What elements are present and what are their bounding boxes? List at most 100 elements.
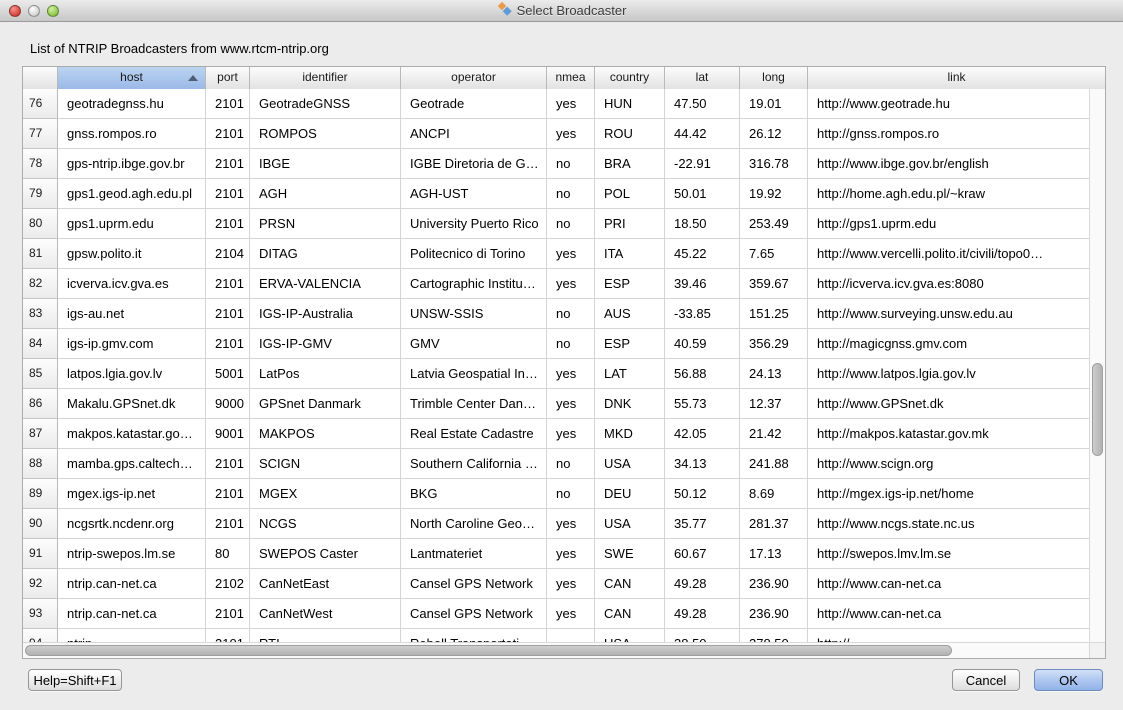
cell-link[interactable]: http://www.GPSnet.dk: [808, 389, 1105, 419]
cell-nmea[interactable]: yes: [547, 389, 595, 419]
cell-country[interactable]: LAT: [595, 359, 665, 389]
cell-identifier[interactable]: SWEPOS Caster: [250, 539, 401, 569]
cell-operator[interactable]: Politecnico di Torino: [401, 239, 547, 269]
table-row[interactable]: 77gnss.rompos.ro2101ROMPOSANCPIyesROU44.…: [23, 119, 1105, 149]
cell-link[interactable]: http://www.geotrade.hu: [808, 89, 1105, 119]
cell-port[interactable]: 2102: [206, 569, 250, 599]
table-row[interactable]: 91ntrip-swepos.lm.se80SWEPOS CasterLantm…: [23, 539, 1105, 569]
cell-port[interactable]: 2101: [206, 329, 250, 359]
cell-link[interactable]: http://www.scign.org: [808, 449, 1105, 479]
cell-nmea[interactable]: yes: [547, 359, 595, 389]
column-header-num[interactable]: [23, 67, 58, 89]
cell-long[interactable]: 241.88: [740, 449, 808, 479]
cell-operator[interactable]: Cansel GPS Network: [401, 569, 547, 599]
cell-long[interactable]: 253.49: [740, 209, 808, 239]
cell-identifier[interactable]: PRSN: [250, 209, 401, 239]
cell-lat[interactable]: 50.12: [665, 479, 740, 509]
cell-lat[interactable]: 38.50: [665, 629, 740, 643]
cell-long[interactable]: 19.92: [740, 179, 808, 209]
column-header-identifier[interactable]: identifier: [250, 67, 401, 89]
cell-country[interactable]: DEU: [595, 479, 665, 509]
cell-host[interactable]: makpos.katastar.go…: [58, 419, 206, 449]
cell-host[interactable]: igs-ip.gmv.com: [58, 329, 206, 359]
cell-identifier[interactable]: GeotradeGNSS: [250, 89, 401, 119]
cell-country[interactable]: USA: [595, 509, 665, 539]
table-row[interactable]: 89mgex.igs-ip.net2101MGEXBKGnoDEU50.128.…: [23, 479, 1105, 509]
cell-identifier[interactable]: AGH: [250, 179, 401, 209]
column-header-port[interactable]: port: [206, 67, 250, 89]
cell-identifier[interactable]: NCGS: [250, 509, 401, 539]
cell-num[interactable]: 82: [23, 269, 58, 299]
cell-num[interactable]: 80: [23, 209, 58, 239]
cell-num[interactable]: 85: [23, 359, 58, 389]
cell-num[interactable]: 83: [23, 299, 58, 329]
zoom-button[interactable]: [47, 5, 59, 17]
cell-port[interactable]: 2101: [206, 269, 250, 299]
cell-num[interactable]: 89: [23, 479, 58, 509]
cell-identifier[interactable]: GPSnet Danmark: [250, 389, 401, 419]
cell-port[interactable]: 2101: [206, 449, 250, 479]
cell-operator[interactable]: University Puerto Rico: [401, 209, 547, 239]
cell-operator[interactable]: ANCPI: [401, 119, 547, 149]
column-header-nmea[interactable]: nmea: [547, 67, 595, 89]
column-header-lat[interactable]: lat: [665, 67, 740, 89]
ok-button[interactable]: OK: [1034, 669, 1103, 691]
cell-nmea[interactable]: no: [547, 149, 595, 179]
cell-port[interactable]: 2101: [206, 599, 250, 629]
table-row[interactable]: 87makpos.katastar.go…9001MAKPOSReal Esta…: [23, 419, 1105, 449]
cell-host[interactable]: ncgsrtk.ncdenr.org: [58, 509, 206, 539]
cell-long[interactable]: 316.78: [740, 149, 808, 179]
table-row[interactable]: 94ntrip…2101RTI…Rebell Transportati…USA3…: [23, 629, 1105, 643]
cell-long[interactable]: 281.37: [740, 509, 808, 539]
cell-port[interactable]: 80: [206, 539, 250, 569]
cell-operator[interactable]: Southern California …: [401, 449, 547, 479]
cell-country[interactable]: ESP: [595, 269, 665, 299]
cell-country[interactable]: MKD: [595, 419, 665, 449]
cell-country[interactable]: ITA: [595, 239, 665, 269]
cell-link[interactable]: http://gps1.uprm.edu: [808, 209, 1105, 239]
cell-operator[interactable]: IGBE Diretoria de G…: [401, 149, 547, 179]
cell-operator[interactable]: GMV: [401, 329, 547, 359]
column-header-operator[interactable]: operator: [401, 67, 547, 89]
cell-port[interactable]: 5001: [206, 359, 250, 389]
cell-operator[interactable]: Cartographic Institu…: [401, 269, 547, 299]
cell-country[interactable]: CAN: [595, 569, 665, 599]
cell-host[interactable]: ntrip-swepos.lm.se: [58, 539, 206, 569]
cell-port[interactable]: 2101: [206, 209, 250, 239]
cell-lat[interactable]: 56.88: [665, 359, 740, 389]
table-row[interactable]: 81gpsw.polito.it2104DITAGPolitecnico di …: [23, 239, 1105, 269]
cell-num[interactable]: 92: [23, 569, 58, 599]
cell-country[interactable]: AUS: [595, 299, 665, 329]
cell-operator[interactable]: Latvia Geospatial In…: [401, 359, 547, 389]
cell-country[interactable]: POL: [595, 179, 665, 209]
cell-identifier[interactable]: CanNetEast: [250, 569, 401, 599]
cell-port[interactable]: 2101: [206, 149, 250, 179]
cell-num[interactable]: 81: [23, 239, 58, 269]
cell-num[interactable]: 78: [23, 149, 58, 179]
cell-link[interactable]: http://home.agh.edu.pl/~kraw: [808, 179, 1105, 209]
cell-operator[interactable]: Rebell Transportati…: [401, 629, 547, 643]
help-button[interactable]: Help=Shift+F1: [28, 669, 122, 691]
cell-long[interactable]: 19.01: [740, 89, 808, 119]
cell-identifier[interactable]: CanNetWest: [250, 599, 401, 629]
cell-lat[interactable]: 47.50: [665, 89, 740, 119]
cell-identifier[interactable]: IBGE: [250, 149, 401, 179]
cell-nmea[interactable]: yes: [547, 599, 595, 629]
table-row[interactable]: 82icverva.icv.gva.es2101ERVA-VALENCIACar…: [23, 269, 1105, 299]
cell-link[interactable]: http://swepos.lmv.lm.se: [808, 539, 1105, 569]
cell-operator[interactable]: AGH-UST: [401, 179, 547, 209]
cell-long[interactable]: 236.90: [740, 599, 808, 629]
close-button[interactable]: [9, 5, 21, 17]
cell-host[interactable]: geotradegnss.hu: [58, 89, 206, 119]
cell-nmea[interactable]: no: [547, 179, 595, 209]
cell-lat[interactable]: 34.13: [665, 449, 740, 479]
cell-num[interactable]: 94: [23, 629, 58, 643]
cell-nmea[interactable]: [547, 629, 595, 643]
cell-port[interactable]: 2101: [206, 299, 250, 329]
cell-long[interactable]: 356.29: [740, 329, 808, 359]
cell-port[interactable]: 9000: [206, 389, 250, 419]
minimize-button[interactable]: [28, 5, 40, 17]
cell-nmea[interactable]: no: [547, 299, 595, 329]
cell-num[interactable]: 77: [23, 119, 58, 149]
column-header-country[interactable]: country: [595, 67, 665, 89]
